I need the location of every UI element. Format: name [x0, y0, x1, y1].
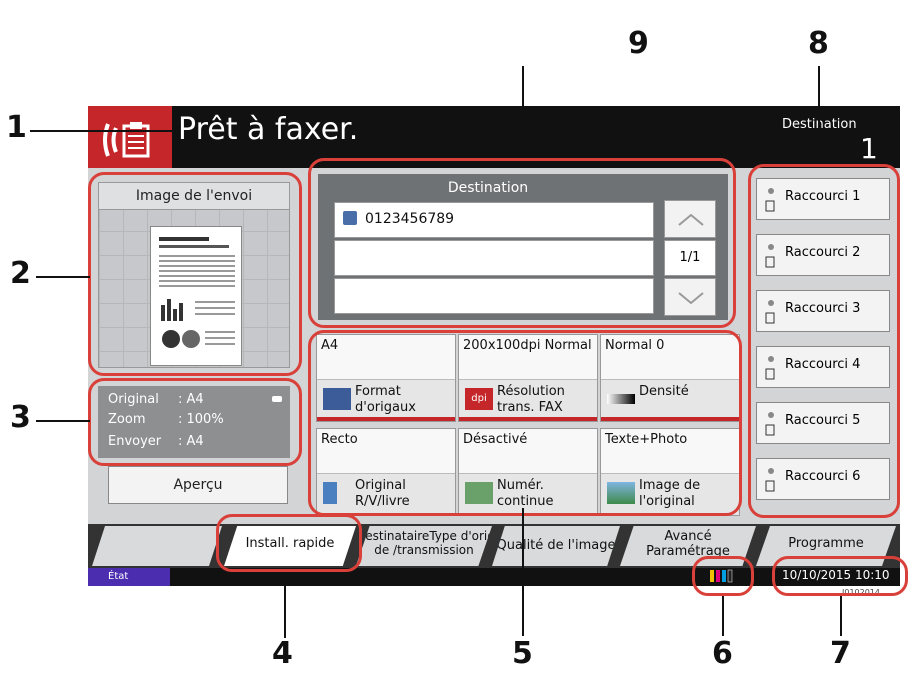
callout-line-3	[36, 420, 90, 422]
callout-number-7: 7	[830, 636, 851, 671]
callout-highlight-6	[692, 556, 754, 596]
tab-label: Programme	[788, 536, 864, 551]
tab-destination-type[interactable]: DestinataireType d'original de /transmis…	[356, 526, 492, 566]
callout-number-8: 8	[808, 26, 829, 61]
callout-highlight-4	[216, 514, 362, 572]
callout-number-9: 9	[628, 26, 649, 61]
callout-number-3: 3	[10, 400, 31, 435]
callout-highlight-9	[308, 158, 736, 328]
callout-line-5	[522, 508, 524, 636]
tab-label: Qualité de l'image	[496, 538, 616, 553]
tab-image-quality[interactable]: Qualité de l'image	[492, 526, 620, 566]
callout-highlight-3	[88, 378, 302, 466]
callout-highlight-8	[748, 164, 900, 518]
page-title: Prêt à faxer.	[178, 112, 359, 147]
callout-number-1: 1	[6, 110, 27, 145]
callout-number-4: 4	[272, 636, 293, 671]
tab-label: DestinataireType d'original	[356, 526, 492, 543]
callout-line-4	[284, 572, 286, 638]
callout-number-5: 5	[512, 636, 533, 671]
status-button[interactable]: État	[88, 568, 170, 586]
tab-label-line2: de /transmission	[374, 543, 474, 557]
destination-count: 1	[860, 132, 878, 165]
callout-line-9	[522, 66, 524, 158]
callout-highlight-2	[88, 172, 302, 376]
callout-line-1	[30, 130, 180, 132]
tab-blank[interactable]	[92, 526, 222, 566]
callout-highlight-7	[772, 556, 908, 596]
callout-line-6	[722, 596, 724, 636]
callout-highlight-5	[308, 330, 742, 516]
callout-number-6: 6	[712, 636, 733, 671]
tab-label: Avancé Paramétrage	[646, 529, 730, 559]
callout-line-2	[36, 276, 90, 278]
preview-button[interactable]: Aperçu	[108, 466, 288, 504]
callout-number-2: 2	[10, 256, 31, 291]
fax-icon	[88, 106, 172, 168]
callout-line-7	[840, 596, 842, 636]
callout-line-8	[818, 66, 820, 164]
